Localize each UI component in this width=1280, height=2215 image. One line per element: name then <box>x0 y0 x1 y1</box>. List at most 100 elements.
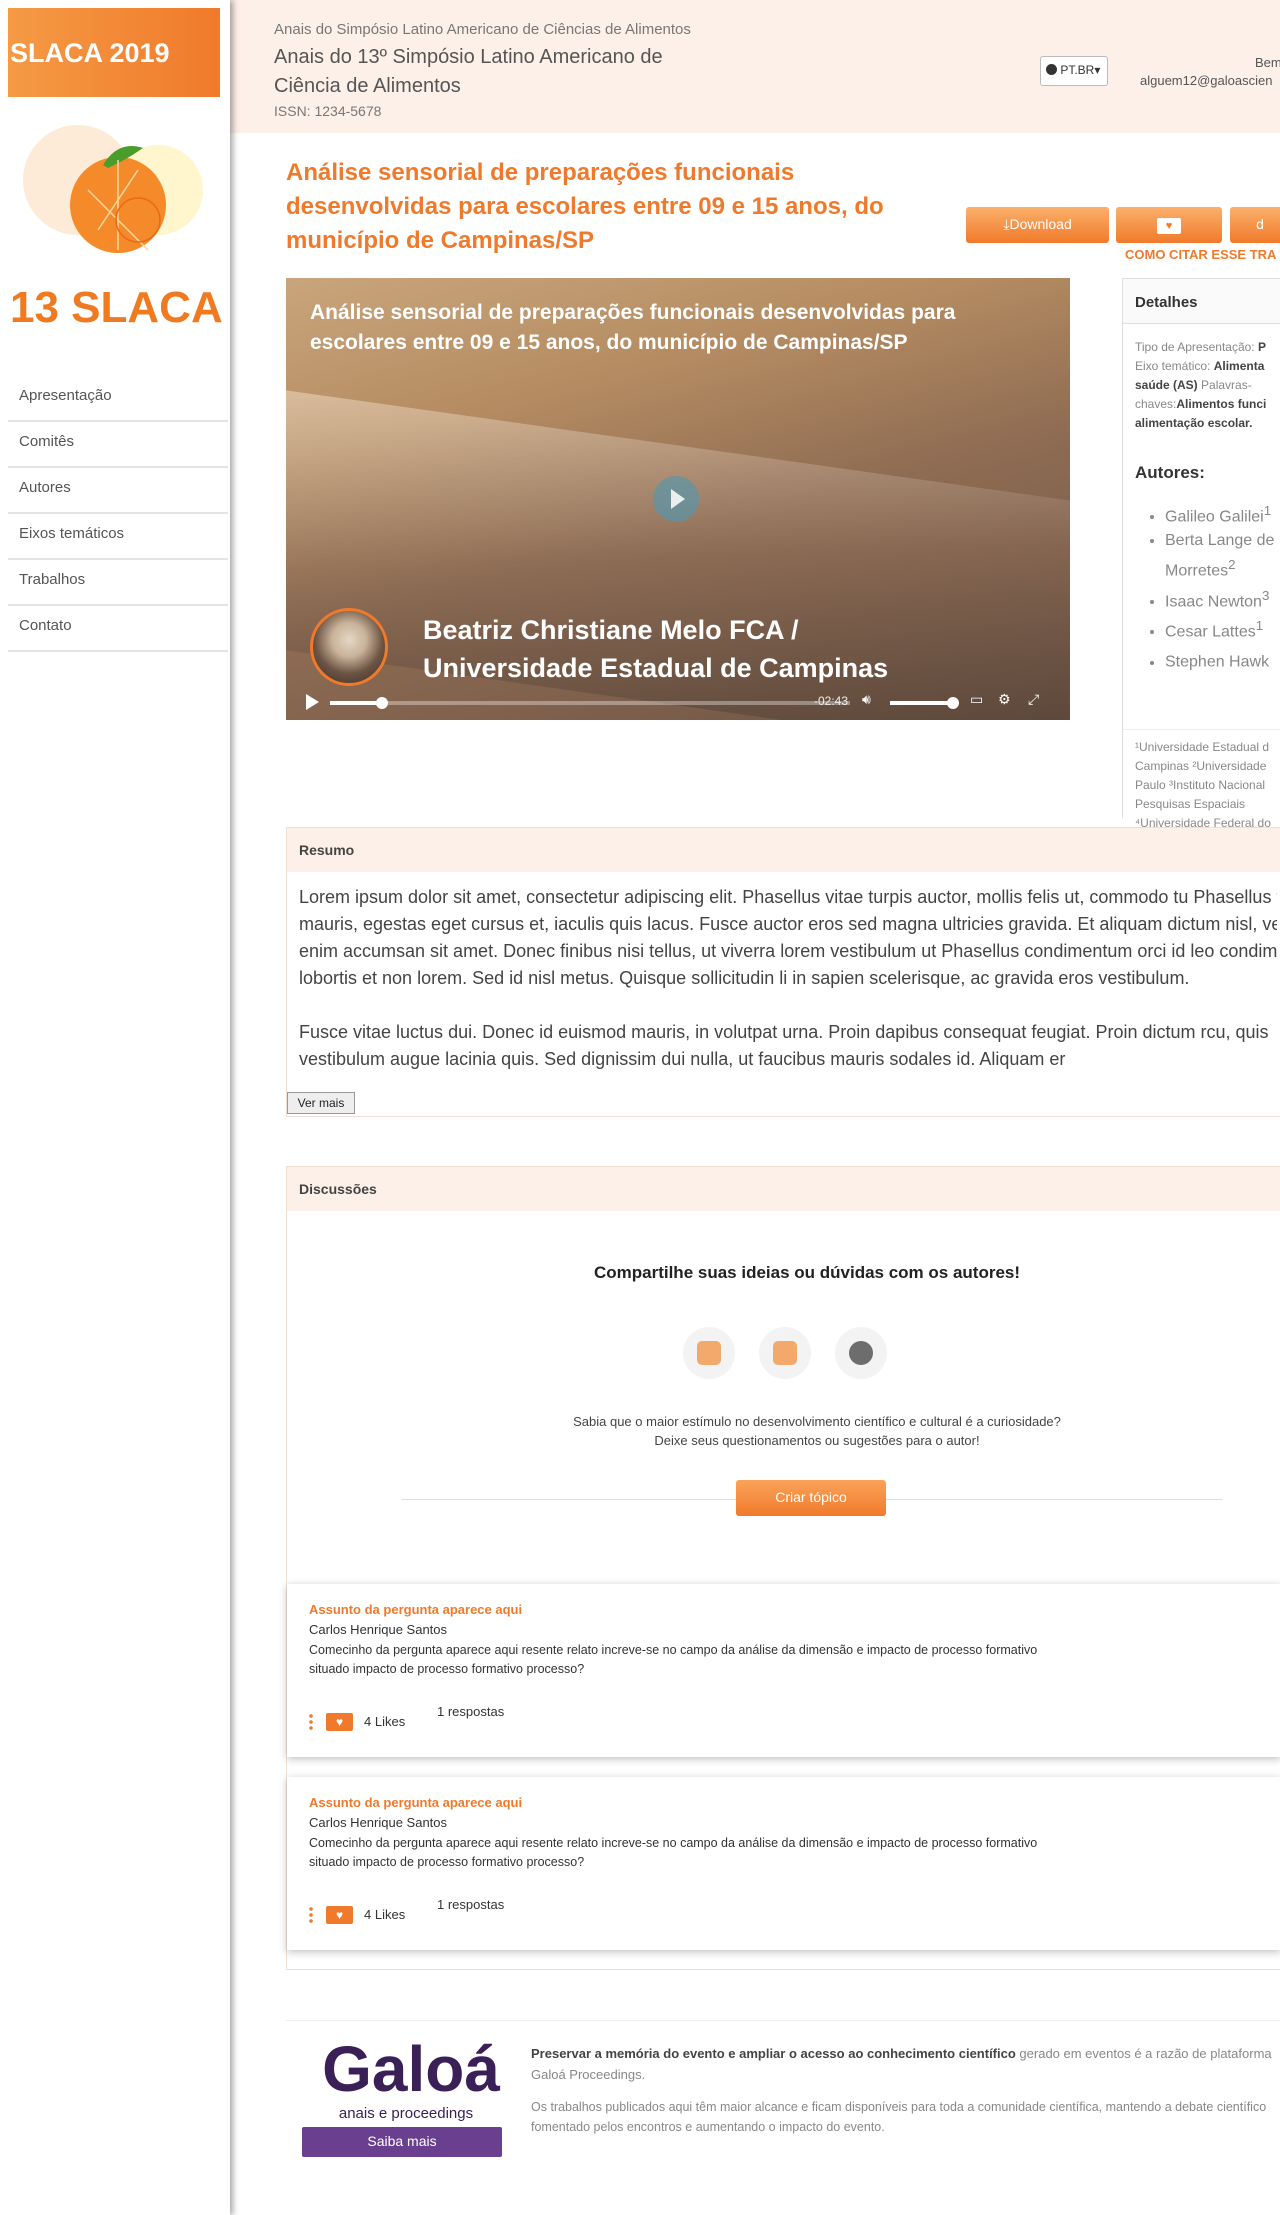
topic-text: Comecinho da pergunta aparece aqui resen… <box>309 1836 1038 1869</box>
sidebar-item-trabalhos[interactable]: Trabalhos <box>8 560 228 606</box>
discussions-section: Discussões Compartilhe suas ideias ou dú… <box>286 1166 1280 1970</box>
sidebar-item-autores[interactable]: Autores <box>8 468 228 514</box>
cite-link[interactable]: COMO CITAR ESSE TRA <box>1125 247 1276 262</box>
more-options-icon[interactable] <box>309 1906 313 1924</box>
abstract-paragraph: Fusce vitae luctus dui. Donec id euismod… <box>299 1022 1269 1069</box>
fullscreen-icon[interactable]: ⤢ <box>1028 692 1039 708</box>
more-options-icon[interactable] <box>309 1713 313 1731</box>
authors-list: Galileo Galilei1 Berta Lange de Morretes… <box>1123 483 1280 675</box>
language-select[interactable]: PT.BR▾ <box>1040 56 1108 86</box>
heart-icon: ♥ <box>1157 218 1181 234</box>
topic-card[interactable]: Assunto da pergunta aparece aqui Carlos … <box>287 1777 1280 1950</box>
proceedings-title[interactable]: Anais do 13º Simpósio Latino Americano d… <box>274 43 734 101</box>
settings-icon[interactable]: ⚙ <box>998 692 1011 708</box>
author-item[interactable]: Cesar Lattes1 <box>1165 614 1280 644</box>
proceedings-name: Anais do Simpósio Latino Americano de Ci… <box>274 21 691 38</box>
event-brand[interactable]: SLACA 2019 <box>8 8 220 97</box>
volume-icon[interactable]: 🔊︎ <box>862 692 871 708</box>
topic-author: Carlos Henrique Santos <box>309 1622 448 1637</box>
details-heading: Detalhes <box>1123 278 1280 324</box>
topic-author: Carlos Henrique Santos <box>309 1815 448 1830</box>
abstract-section: Resumo Lorem ipsum dolor sit amet, conse… <box>286 827 1280 1117</box>
video-player[interactable]: Análise sensorial de preparações funcion… <box>286 278 1070 720</box>
play-icon[interactable] <box>306 694 319 710</box>
discussions-heading: Discussões <box>287 1167 1280 1211</box>
plant-hand-icon <box>683 1327 735 1379</box>
download-button[interactable]: ⤓Download <box>966 207 1109 243</box>
author-name: Stephen Hawk <box>1165 653 1270 671</box>
sidebar-item-apresentacao[interactable]: Apresentação <box>8 376 228 422</box>
footer-paragraph: Preservar a memória do evento e ampliar … <box>531 2043 1280 2085</box>
logo-text: 13 SLACA <box>10 283 223 332</box>
issn: ISSN: 1234-5678 <box>274 103 382 119</box>
topic-card[interactable]: Assunto da pergunta aparece aqui Carlos … <box>287 1584 1280 1757</box>
share-button[interactable]: d <box>1230 207 1280 243</box>
topic-text: Comecinho da pergunta aparece aqui resen… <box>309 1643 1038 1676</box>
discussion-icons <box>683 1327 911 1384</box>
author-sup: 3 <box>1261 587 1270 603</box>
responses-count[interactable]: 1 respostas <box>437 1895 507 1914</box>
favorite-button[interactable]: ♥ <box>1116 207 1222 243</box>
work-title: Análise sensorial de preparações funcion… <box>286 159 884 254</box>
author-sup: 1 <box>1263 503 1272 518</box>
discussion-info: Sabia que o maior estímulo no desenvolvi… <box>573 1414 1061 1448</box>
welcome-text: Bem <box>1255 55 1280 70</box>
sidebar-item-comites[interactable]: Comitês <box>8 422 228 468</box>
share-icon: d <box>1256 216 1264 232</box>
author-name: Cesar Lattes <box>1165 623 1256 641</box>
ver-mais-button[interactable]: Ver mais <box>287 1092 355 1114</box>
author-item[interactable]: Berta Lange de Morretes2 <box>1165 529 1280 583</box>
progress-fill <box>330 701 382 705</box>
galoa-logo: Galoá <box>322 2033 500 2105</box>
download-label: Download <box>1009 216 1072 232</box>
abstract-heading: Resumo <box>287 828 1280 872</box>
language-label: PT.BR <box>1060 63 1095 77</box>
share-prompt: Compartilhe suas ideias ou dúvidas com o… <box>593 1263 1021 1282</box>
images-icon <box>759 1327 811 1379</box>
author-sup: 1 <box>1255 617 1264 633</box>
galoa-subtitle: anais e proceedings <box>338 2105 474 2122</box>
responses-count[interactable]: 1 respostas <box>437 1702 507 1721</box>
caret-down-icon: ▾ <box>1094 63 1101 77</box>
saiba-mais-button[interactable]: Saiba mais <box>302 2127 502 2157</box>
authors-heading: Autores: <box>1135 463 1205 482</box>
topic-subject[interactable]: Assunto da pergunta aparece aqui <box>309 1602 522 1617</box>
like-heart-icon[interactable]: ♥ <box>326 1906 353 1924</box>
captions-icon[interactable]: ▭ <box>970 692 983 708</box>
like-heart-icon[interactable]: ♥ <box>326 1713 353 1731</box>
sidebar-item-contato[interactable]: Contato <box>8 606 228 652</box>
tipo-value: P <box>1257 340 1266 354</box>
footer-bold: Preservar a memória do evento e ampliar … <box>531 2046 1016 2061</box>
author-name: Berta Lange de Morretes <box>1165 532 1275 580</box>
speaker-avatar <box>310 608 388 686</box>
speaker-name: Beatriz Christiane Melo FCA / Universida… <box>423 615 889 683</box>
volume-slider[interactable] <box>890 697 959 709</box>
author-item[interactable]: Stephen Hawk <box>1165 644 1280 674</box>
volume-handle[interactable] <box>947 697 959 709</box>
user-email[interactable]: alguem12@galoascien <box>1140 73 1272 88</box>
progress-handle[interactable] <box>376 697 388 709</box>
author-item[interactable]: Galileo Galilei1 <box>1165 499 1280 529</box>
video-title: Análise sensorial de preparações funcion… <box>310 301 956 354</box>
author-item[interactable]: Isaac Newton3 <box>1165 584 1280 614</box>
create-topic-button[interactable]: Criar tópico <box>736 1480 886 1516</box>
sidebar: SLACA 2019 13 SLACA Apresentação Comitês… <box>0 0 230 2215</box>
abstract-text: Lorem ipsum dolor sit amet, consectetur … <box>287 872 1277 1092</box>
author-sup: 2 <box>1228 557 1236 573</box>
people-icon <box>835 1327 887 1379</box>
tipo-label: Tipo de Apresentação: <box>1135 340 1255 354</box>
topic-subject[interactable]: Assunto da pergunta aparece aqui <box>309 1795 522 1810</box>
progress-bar[interactable] <box>330 697 850 709</box>
time-remaining: -02:43 <box>814 694 849 708</box>
likes-count: 4 Likes <box>364 1714 406 1729</box>
play-overlay-icon[interactable] <box>653 476 699 522</box>
plant-hand-glyph <box>697 1341 721 1365</box>
sidebar-nav: Apresentação Comitês Autores Eixos temát… <box>8 376 228 652</box>
eixo-label: Eixo temático: <box>1135 359 1211 373</box>
author-name: Galileo Galilei <box>1165 508 1264 526</box>
page-header: Anais do Simpósio Latino Americano de Ci… <box>230 0 1280 133</box>
footer: Galoá anais e proceedings Saiba mais Pre… <box>286 2020 1280 2157</box>
globe-icon <box>1046 64 1057 75</box>
sidebar-item-eixos[interactable]: Eixos temáticos <box>8 514 228 560</box>
likes-count: 4 Likes <box>364 1907 406 1922</box>
